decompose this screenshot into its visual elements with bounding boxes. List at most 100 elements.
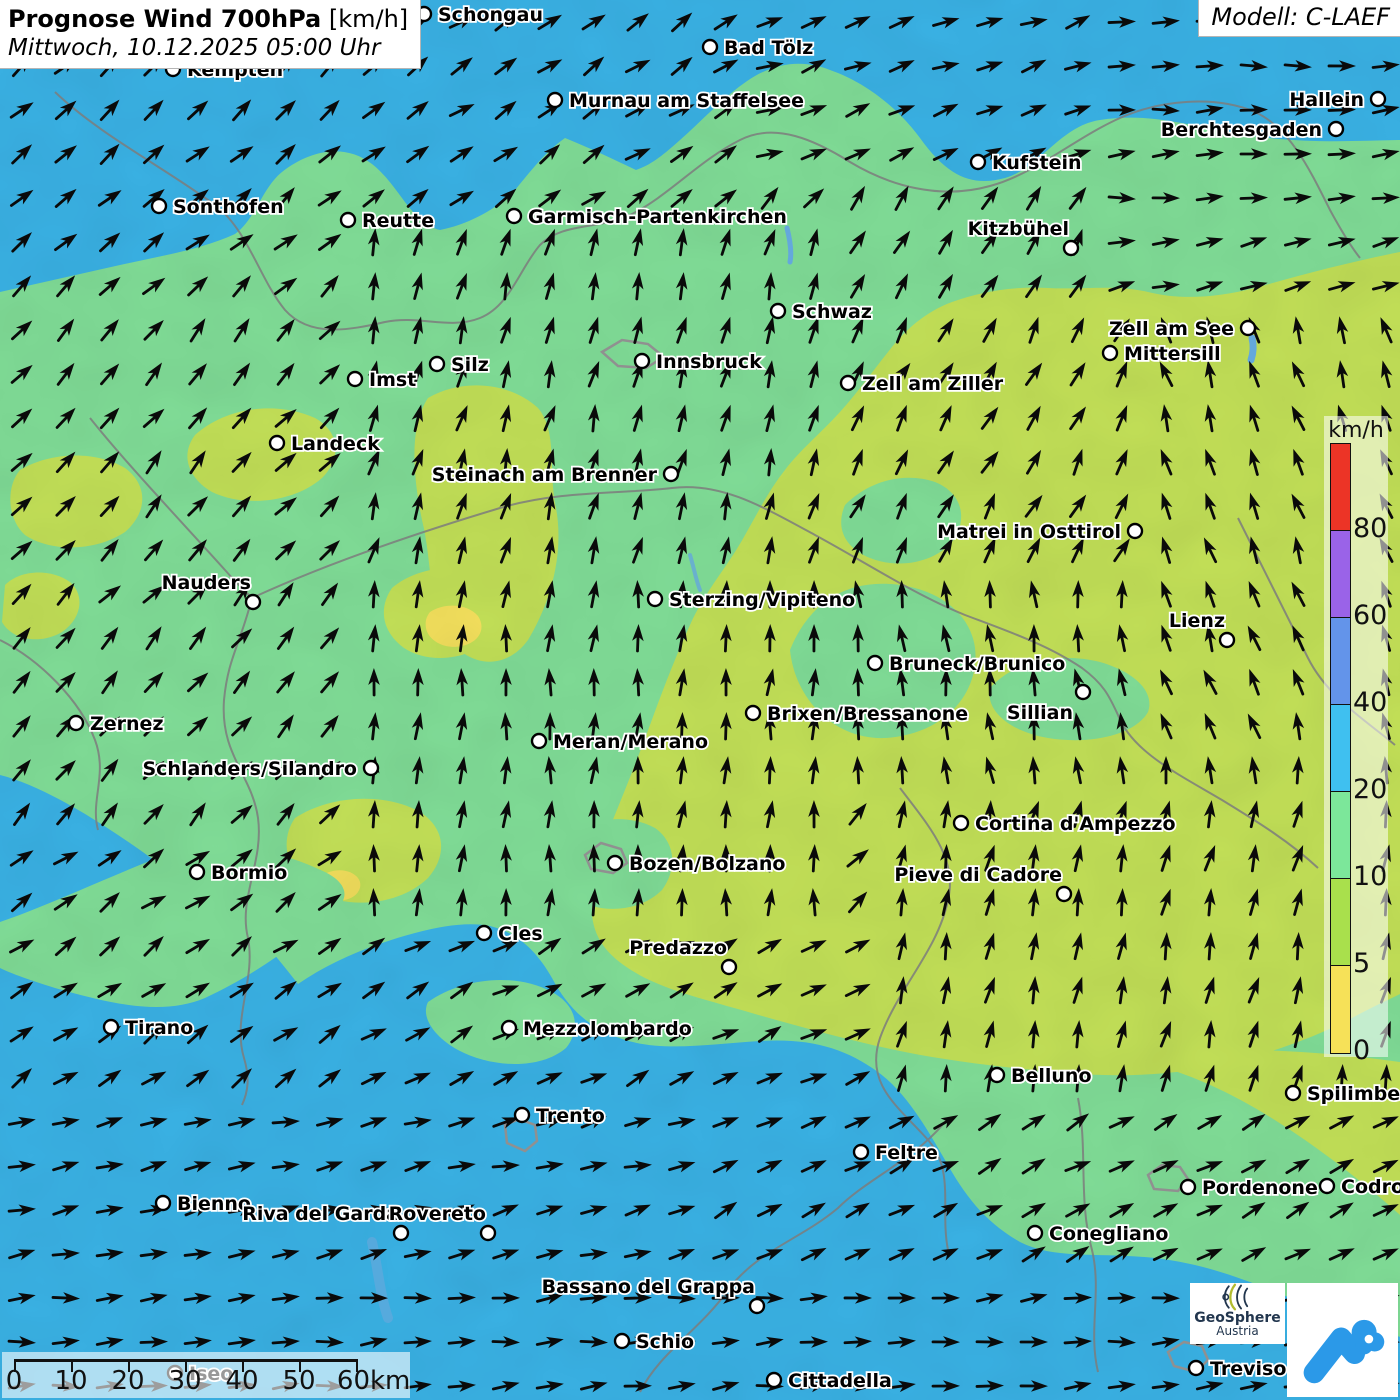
legend-segment (1331, 966, 1350, 1053)
city-marker (270, 436, 284, 450)
city-marker (750, 1299, 764, 1313)
city-marker (746, 706, 760, 720)
city-marker (771, 304, 785, 318)
scalebar-label: 40 (225, 1366, 258, 1396)
city-marker (430, 357, 444, 371)
city-label: Belluno (1011, 1065, 1092, 1087)
geosphere-name: GeoSphere (1194, 1311, 1281, 1325)
city-marker (1128, 524, 1142, 538)
city: Cortina d'Ampezzo (954, 813, 1176, 835)
city-label: Riva del Garda (242, 1203, 399, 1225)
city-marker (648, 592, 662, 606)
city-label: Cittadella (788, 1370, 892, 1392)
city-marker (1329, 122, 1343, 136)
legend-segment (1331, 879, 1350, 966)
city-label: Brixen/Bressanone (767, 703, 968, 725)
city: Zell am See (1109, 318, 1255, 340)
scalebar-label: 10 (54, 1366, 87, 1396)
city-marker (703, 40, 717, 54)
city-label: Murnau am Staffelsee (569, 90, 804, 112)
city: Berchtesgaden (1161, 119, 1343, 141)
lake-zellersee (1251, 338, 1253, 360)
map-title-unit: [km/h] (321, 5, 408, 33)
city-label: Schwaz (792, 301, 872, 323)
scalebar-label: 30 (168, 1366, 201, 1396)
city-label: Garmisch-Partenkirchen (528, 206, 787, 228)
city-label: Spilimbergo (1307, 1083, 1400, 1105)
title-box: Prognose Wind 700hPa [km/h] Mittwoch, 10… (0, 0, 421, 69)
city-label: Bassano del Grappa (542, 1276, 755, 1298)
city: Sterzing/Vipiteno (648, 589, 855, 611)
city-label: Steinach am Brenner (432, 464, 658, 486)
city-label: Tirano (125, 1017, 193, 1039)
model-box: Modell: C-LAEF (1198, 0, 1400, 37)
city-label: Cles (498, 923, 543, 945)
city-label: Berchtesgaden (1161, 119, 1322, 141)
geosphere-logo: GeoSphere Austria (1190, 1283, 1285, 1344)
city-label: Zell am See (1109, 318, 1234, 340)
city-label: Codroipo (1341, 1176, 1400, 1198)
city-marker (477, 926, 491, 940)
city-label: Treviso (1210, 1358, 1286, 1380)
city-label: Cortina d'Ampezzo (975, 813, 1176, 835)
legend-segment (1331, 705, 1350, 792)
city-marker (104, 1020, 118, 1034)
map-subtitle: Mittwoch, 10.12.2025 05:00 Uhr (8, 35, 408, 61)
city: Zell am Ziller (841, 373, 1004, 395)
city-marker (502, 1021, 516, 1035)
city-marker (615, 1334, 629, 1348)
city: Schlanders/Silandro (142, 758, 378, 780)
city-label: Landeck (291, 433, 380, 455)
city-marker (1076, 685, 1090, 699)
city-label: Trento (536, 1105, 605, 1127)
city-label: Kufstein (992, 152, 1082, 174)
city-marker (954, 816, 968, 830)
city-marker (854, 1145, 868, 1159)
city-label: Schlanders/Silandro (142, 758, 357, 780)
city-label: Bruneck/Brunico (889, 653, 1065, 675)
legend-value: 20 (1353, 775, 1387, 805)
partner-logo-box (1287, 1283, 1398, 1397)
legend-value: 0 (1353, 1036, 1370, 1066)
city-label: Sonthofen (173, 196, 284, 218)
scalebar-label: 0 (6, 1366, 23, 1396)
city-marker (1057, 887, 1071, 901)
city-label: Sterzing/Vipiteno (669, 589, 855, 611)
city: Pordenone (1181, 1177, 1318, 1199)
city-marker (1189, 1361, 1203, 1375)
city-marker (190, 865, 204, 879)
city-marker (1103, 346, 1117, 360)
city-label: Mezzolombardo (523, 1018, 692, 1040)
scalebar: 0102030405060km (2, 1352, 410, 1398)
city-label: Mittersill (1124, 343, 1221, 365)
city-marker (69, 716, 83, 730)
legend-value: 10 (1353, 862, 1387, 892)
city-marker (246, 595, 260, 609)
city-marker (532, 734, 546, 748)
city: Bozen/Bolzano (608, 853, 785, 875)
city-marker (152, 199, 166, 213)
city-label: Silz (451, 354, 489, 376)
geosphere-contours-icon (1215, 1283, 1261, 1311)
city: Mezzolombardo (502, 1018, 692, 1040)
city: Steinach am Brenner (432, 464, 678, 486)
model-label: Modell: C-LAEF (1211, 3, 1390, 31)
city-marker (635, 354, 649, 368)
city-label: Innsbruck (656, 351, 762, 373)
city-marker (1064, 241, 1078, 255)
city-marker (507, 209, 521, 223)
city: Conegliano (1028, 1223, 1168, 1245)
legend-value: 40 (1353, 688, 1387, 718)
city-marker (394, 1226, 408, 1240)
city: Murnau am Staffelsee (548, 90, 804, 112)
city-label: Nauders (162, 572, 251, 594)
legend-value: 80 (1353, 514, 1387, 544)
city-label: Schio (636, 1331, 694, 1353)
city-label: Imst (369, 369, 416, 391)
city-marker (481, 1226, 495, 1240)
city-marker (608, 856, 622, 870)
city-label: Pieve di Cadore (894, 864, 1062, 886)
map-title: Prognose Wind 700hPa [km/h] (8, 5, 408, 33)
city-label: Bienno (177, 1193, 251, 1215)
city-marker (1371, 92, 1385, 106)
